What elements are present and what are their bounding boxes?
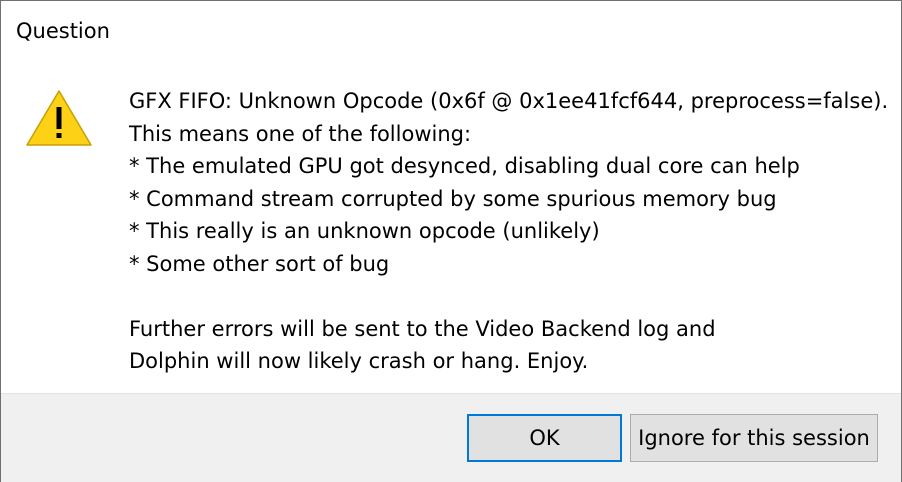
warning-icon xyxy=(25,89,93,147)
dialog-button-bar: OK Ignore for this session xyxy=(1,393,901,482)
dialog-title: Question xyxy=(16,19,110,43)
message-line: * Command stream corrupted by some spuri… xyxy=(129,186,777,211)
ok-button[interactable]: OK xyxy=(467,414,622,462)
message-line: * Some other sort of bug xyxy=(129,251,390,276)
message-line: GFX FIFO: Unknown Opcode (0x6f @ 0x1ee41… xyxy=(129,89,889,113)
message-line: * This really is an unknown opcode (unli… xyxy=(129,219,600,243)
message-line: * The emulated GPU got desynced, disabli… xyxy=(129,154,800,178)
message-line: Further errors will be sent to the Video… xyxy=(129,316,716,341)
dialog-message: GFX FIFO: Unknown Opcode (0x6f @ 0x1ee41… xyxy=(129,85,889,378)
message-line: This means one of the following: xyxy=(129,121,472,146)
message-dialog: Question GFX FIFO: Unknown Opcode (0x6f … xyxy=(0,0,902,482)
message-spacer xyxy=(129,280,889,313)
ignore-for-session-button[interactable]: Ignore for this session xyxy=(630,414,878,462)
message-line: Dolphin will now likely crash or hang. E… xyxy=(129,349,589,373)
